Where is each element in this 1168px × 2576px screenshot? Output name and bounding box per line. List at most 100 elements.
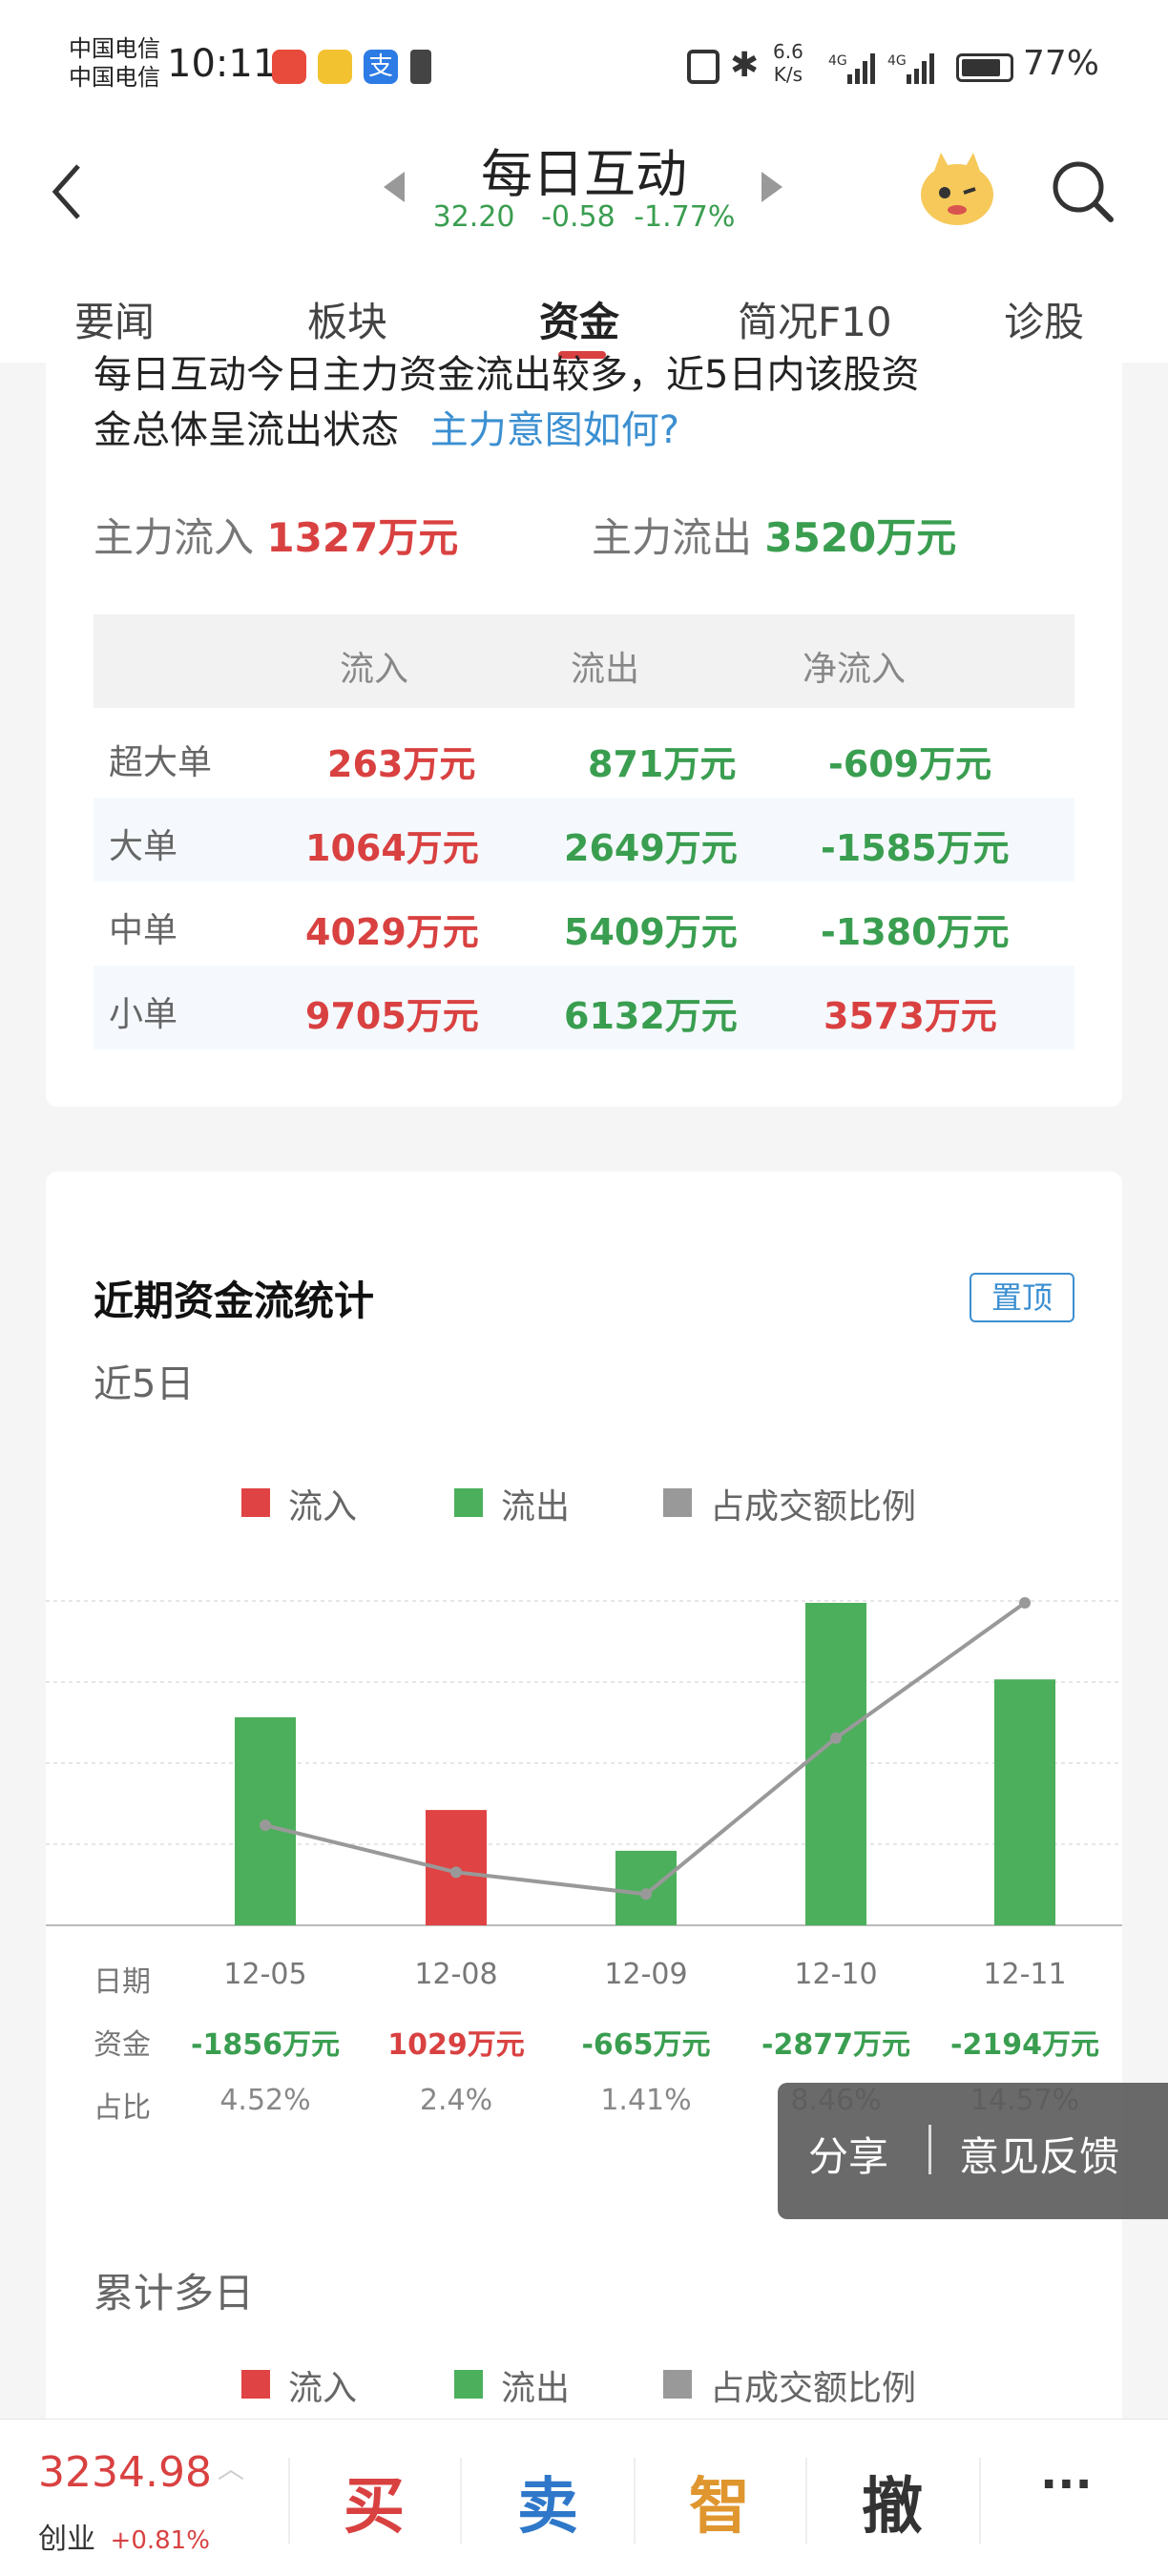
app-notification-icon: [318, 50, 352, 84]
fund-value-label: -665万元: [581, 2028, 711, 2062]
header-net-inflow: 净流入: [803, 650, 907, 689]
legend-outflow-label: 流出: [501, 2369, 571, 2408]
row-net: -1585万元: [821, 827, 1010, 869]
table-row: 中单 4029万元 5409万元 -1380万元: [94, 882, 1074, 966]
net-speed-value: 6.6: [773, 40, 803, 63]
row-label: 大单: [109, 827, 178, 866]
main-outflow-value: 3520万元: [764, 514, 957, 561]
tab-diagnosis[interactable]: 诊股: [1004, 290, 1084, 348]
tab-news[interactable]: 要闻: [74, 290, 155, 348]
row-label: 超大单: [109, 743, 213, 782]
x-tick-label: 12-05: [223, 1958, 307, 1991]
x-tick-label: 12-09: [604, 1958, 688, 1991]
main-intent-link[interactable]: 主力意图如何?: [430, 408, 679, 452]
row-inflow: 1064万元: [305, 827, 479, 869]
battery-level: 77%: [1023, 44, 1100, 83]
prev-stock-icon[interactable]: [380, 170, 408, 204]
carrier-1: 中国电信: [69, 35, 160, 62]
sim-icon: [410, 50, 431, 84]
x-tick-label: 12-08: [414, 1958, 498, 1991]
share-button[interactable]: 分享: [808, 2125, 888, 2183]
net-speed: 6.6 K/s: [773, 40, 803, 86]
bluetooth-icon: ✱: [730, 46, 760, 85]
main-inflow-label: 主力流入: [94, 514, 255, 561]
search-icon[interactable]: [1050, 158, 1116, 225]
summary-text: 金总体呈流出状态 主力意图如何?: [94, 399, 679, 454]
summary-line-2: 金总体呈流出状态: [94, 408, 399, 452]
divider: [460, 2458, 462, 2544]
stock-price: 32.20: [432, 200, 515, 234]
ratio-value-label: 1.41%: [600, 2084, 692, 2117]
row-label: 中单: [109, 911, 178, 950]
stock-change: -0.58: [541, 200, 615, 234]
row-outflow: 6132万元: [564, 995, 738, 1037]
table-row: 超大单 263万元 871万元 -609万元: [94, 714, 1074, 798]
clock: 10:11: [167, 42, 278, 86]
row-net: 3573万元: [824, 995, 997, 1037]
divider: [805, 2458, 807, 2544]
row-inflow: 9705万元: [305, 995, 479, 1037]
x-tick-label: 12-10: [794, 1958, 878, 1991]
main-inflow: 主力流入 1327万元: [94, 506, 458, 564]
header-outflow: 流出: [571, 650, 640, 689]
stock-title: 每日互动: [481, 144, 687, 204]
tab-funds[interactable]: 资金: [539, 290, 619, 348]
main-inflow-value: 1327万元: [266, 514, 459, 561]
popup-divider: [928, 2125, 931, 2174]
back-icon[interactable]: [48, 160, 86, 223]
buy-button[interactable]: 买: [344, 2458, 405, 2545]
index-value[interactable]: 3234.98: [38, 2448, 212, 2497]
alipay-icon: 支: [364, 50, 398, 84]
row-outflow: 871万元: [588, 743, 737, 785]
stock-change-pct: -1.77%: [634, 200, 736, 234]
header-inflow: 流入: [340, 650, 409, 689]
row-inflow: 4029万元: [305, 911, 479, 953]
svg-text:4G: 4G: [828, 53, 847, 69]
index-change: +0.81%: [110, 2526, 210, 2555]
nfc-icon: [687, 50, 720, 84]
battery-icon: [956, 53, 1013, 82]
carrier-2: 中国电信: [69, 64, 160, 91]
legend-ratio-swatch: [663, 2370, 692, 2399]
tab-profile-f10[interactable]: 简况F10: [738, 290, 892, 348]
index-name-row: 创业 +0.81%: [38, 2515, 210, 2557]
net-speed-unit: K/s: [773, 63, 803, 86]
index-name: 创业: [38, 2523, 95, 2556]
legend-outflow-swatch: [454, 2370, 483, 2399]
mascot-icon[interactable]: [914, 145, 1000, 231]
row-outflow: 2649万元: [564, 827, 738, 869]
chevron-up-icon: ︿: [218, 2453, 245, 2484]
carrier-info: 中国电信 中国电信: [69, 34, 160, 92]
next-stock-icon[interactable]: [758, 170, 786, 204]
recent-fund-flow-card: 近期资金流统计 置顶 近5日 流入 流出 占成交额比例 日期 资金 占比 12-…: [46, 1172, 1122, 2421]
divider: [979, 2458, 981, 2544]
row-net: -609万元: [828, 743, 992, 785]
table-row: 大单 1064万元 2649万元 -1585万元: [94, 798, 1074, 882]
main-outflow: 主力流出 3520万元: [592, 506, 956, 564]
legend-inflow-swatch: [241, 2370, 270, 2399]
cancel-order-button[interactable]: 撤: [862, 2458, 923, 2545]
stock-quote: 32.20 -0.58 -1.77%: [410, 200, 758, 234]
fund-value-label: -2194万元: [950, 2028, 1099, 2062]
multi-day-label: 累计多日: [94, 2270, 255, 2316]
row-inflow: 263万元: [327, 743, 476, 785]
bottom-trade-bar: 3234.98 ︿ 创业 +0.81% 买 卖 智 撤 ···: [0, 2419, 1168, 2576]
fund-value-label: -2877万元: [761, 2028, 910, 2062]
summary-line-1: 每日互动今日主力资金流出较多，近5日内该股资: [94, 353, 920, 397]
nav-bar: 每日互动 32.20 -0.58 -1.77%: [0, 124, 1168, 267]
row-label: 小单: [109, 995, 178, 1034]
ratio-value-label: 2.4%: [419, 2084, 493, 2117]
ratio-value-label: 4.52%: [219, 2084, 311, 2117]
app-notification-icon: [272, 50, 306, 84]
x-tick-label: 12-11: [983, 1958, 1067, 1991]
tab-sector[interactable]: 板块: [307, 290, 387, 348]
main-outflow-label: 主力流出: [592, 514, 753, 561]
chart-x-columns: 12-05 -1856万元 4.52% 12-08 1029万元 2.4% 12-09 -66…: [46, 1172, 1122, 2126]
feedback-button[interactable]: 意见反馈: [959, 2125, 1119, 2183]
divider: [634, 2458, 636, 2544]
smart-button[interactable]: 智: [689, 2458, 750, 2545]
sell-button[interactable]: 卖: [517, 2458, 578, 2545]
more-icon[interactable]: ···: [1040, 2458, 1093, 2511]
svg-text:4G: 4G: [887, 53, 907, 69]
row-net: -1380万元: [821, 911, 1010, 953]
